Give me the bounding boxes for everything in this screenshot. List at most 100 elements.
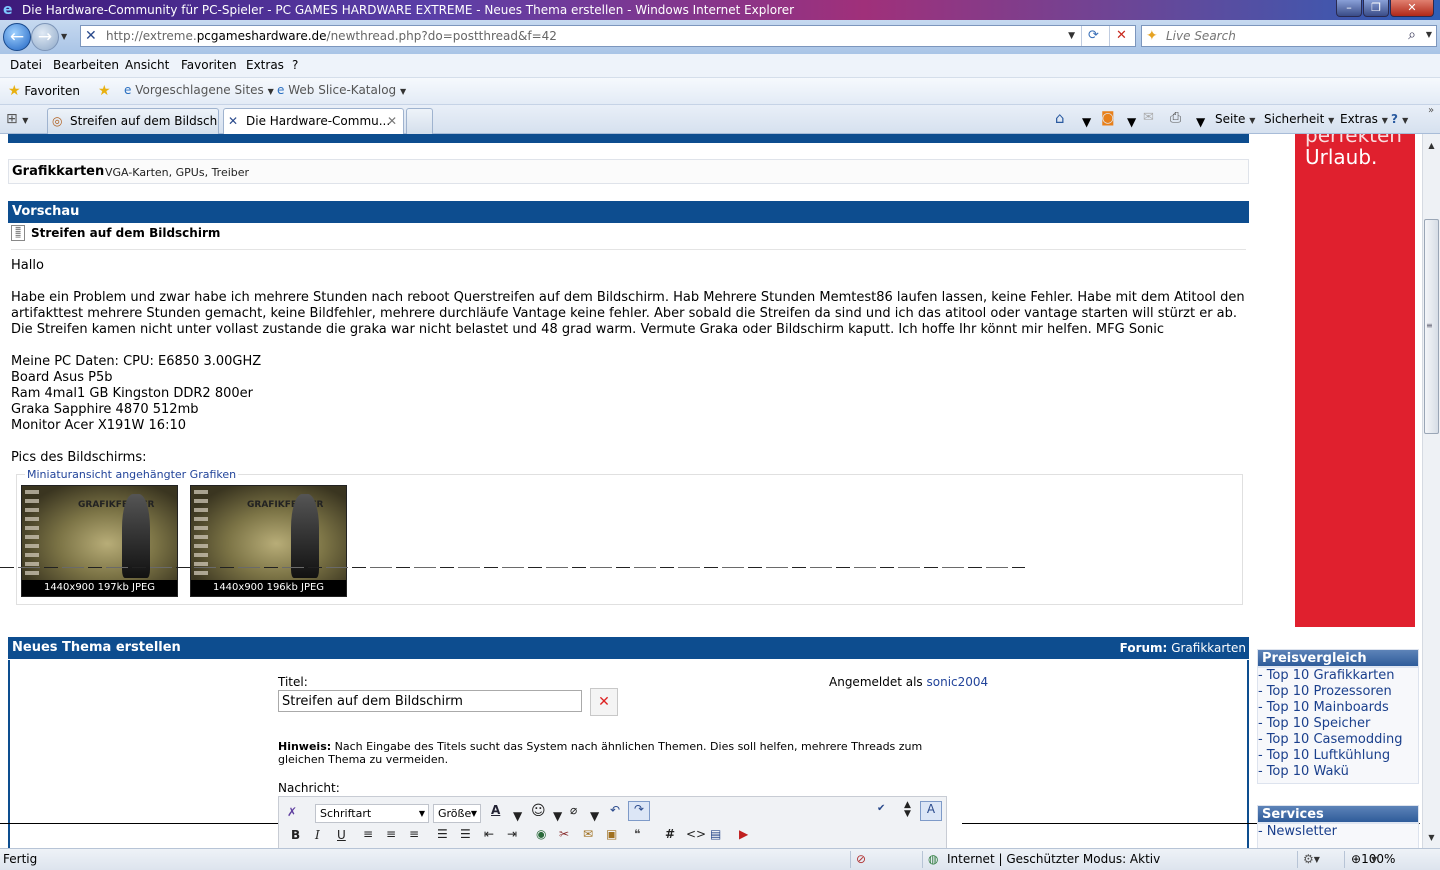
bold-icon[interactable]: B	[291, 828, 300, 842]
category-title[interactable]: Grafikkarten	[12, 164, 104, 179]
help-icon[interactable]: ? ▼	[1391, 112, 1408, 126]
manage-addons-icon[interactable]: ⚙ ▼	[1303, 849, 1320, 870]
align-right-icon[interactable]: ≡	[409, 827, 419, 841]
stop-icon[interactable]: ✕	[1109, 26, 1133, 46]
feeds-icon[interactable]: ◙	[1101, 110, 1115, 126]
favorites-button[interactable]: ★ Favoriten	[8, 83, 80, 99]
menu-favoriten[interactable]: Favoriten	[181, 58, 237, 72]
hash-icon[interactable]: #	[665, 827, 675, 841]
new-tab-button[interactable]	[406, 108, 433, 134]
vertical-scrollbar[interactable]: ▲ ≡ ▼	[1422, 134, 1440, 848]
tab-streifen[interactable]: ◎ Streifen auf dem Bildschir...	[47, 108, 219, 134]
web-slice-button[interactable]: e Web Slice-Katalog ▼	[277, 83, 406, 97]
address-dropdown-icon[interactable]: ▼	[1068, 26, 1075, 46]
spellcheck-icon[interactable]: ✔	[877, 803, 885, 814]
price-link[interactable]: - Top 10 Mainboards	[1258, 700, 1418, 716]
size-select[interactable]: Größe ▼	[433, 804, 481, 823]
back-button[interactable]: ←	[3, 23, 31, 51]
youtube-icon[interactable]: ▶	[739, 827, 748, 841]
title-input[interactable]	[278, 690, 582, 712]
search-icon[interactable]: ⌕	[1408, 27, 1416, 43]
address-url[interactable]: http://extreme.pcgameshardware.de/newthr…	[106, 26, 557, 46]
attachment-thumbnail[interactable]: GRAFIKFEHLER 1440x900 197kb JPEG	[21, 485, 178, 597]
tab-hardware-community[interactable]: ✕ Die Hardware-Commu... ✕	[223, 108, 404, 134]
attachment-thumbnail[interactable]: GRAFIKFEHLER 1440x900 196kb JPEG	[190, 485, 347, 597]
search-box[interactable]: ✦ ⌕ ▼	[1141, 25, 1437, 47]
email-link-icon[interactable]: ✉	[583, 827, 593, 841]
home-icon[interactable]: ⌂	[1055, 109, 1065, 127]
font-color-dropdown-icon[interactable]: ▼	[513, 809, 522, 823]
refresh-icon[interactable]: ⟳	[1081, 26, 1105, 46]
security-menu[interactable]: Sicherheit ▼	[1264, 112, 1334, 126]
feeds-dropdown-icon[interactable]: ▼	[1127, 115, 1136, 129]
scroll-down-icon[interactable]: ▼	[1423, 830, 1440, 846]
font-select[interactable]: Schriftart ▼	[315, 804, 429, 823]
price-link[interactable]: - Top 10 Wakü	[1258, 764, 1418, 780]
price-link[interactable]: - Top 10 Grafikkarten	[1258, 668, 1418, 684]
search-input[interactable]	[1166, 27, 1396, 45]
close-window-button[interactable]: ✕	[1390, 0, 1434, 17]
advertisement-banner[interactable]: perfekten Urlaub.	[1295, 134, 1415, 627]
font-color-icon[interactable]: A	[491, 803, 500, 817]
unordered-list-icon[interactable]: ☰	[460, 827, 471, 841]
page-menu[interactable]: Seite ▼	[1215, 112, 1255, 126]
attach-dropdown-icon[interactable]: ▼	[590, 809, 599, 823]
newsletter-link[interactable]: - Newsletter	[1258, 824, 1418, 840]
price-link[interactable]: - Top 10 Prozessoren	[1258, 684, 1418, 700]
menu-datei[interactable]: Datei	[10, 58, 42, 72]
address-bar[interactable]: ✕ http://extreme.pcgameshardware.de/newt…	[80, 25, 1136, 47]
clear-title-button[interactable]: ✕	[590, 688, 618, 716]
align-center-icon[interactable]: ≡	[386, 827, 396, 841]
add-favorite-icon[interactable]: ★	[98, 83, 111, 99]
italic-icon[interactable]: I	[315, 828, 320, 842]
popup-blocker-icon[interactable]: ⊘	[856, 849, 866, 870]
menu-bearbeiten[interactable]: Bearbeiten	[53, 58, 119, 72]
smilies-icon[interactable]: ☺	[531, 803, 546, 819]
price-link[interactable]: - Top 10 Speicher	[1258, 716, 1418, 732]
home-dropdown-icon[interactable]: ▼	[1082, 115, 1091, 129]
menu-ansicht[interactable]: Ansicht	[125, 58, 169, 72]
php-icon[interactable]: ▤	[710, 827, 721, 841]
more-commands-icon[interactable]: »	[1428, 105, 1434, 116]
minimize-button[interactable]: –	[1336, 0, 1362, 17]
search-options-icon[interactable]: ▼	[1426, 30, 1432, 39]
print-icon[interactable]: ⎙	[1170, 110, 1181, 126]
ordered-list-icon[interactable]: ☰	[437, 827, 448, 841]
toggle-wysiwyg-icon[interactable]: A	[920, 801, 942, 821]
quick-tabs-icon[interactable]: ⊞ ▼	[6, 111, 28, 127]
underline-icon[interactable]: U	[337, 828, 346, 842]
scroll-up-icon[interactable]: ▲	[1423, 138, 1440, 154]
link-icon[interactable]: ◉	[536, 827, 546, 841]
align-left-icon[interactable]: ≡	[363, 827, 373, 841]
price-link[interactable]: - Top 10 Casemodding	[1258, 732, 1418, 748]
security-zone[interactable]: Internet | Geschützter Modus: Aktiv	[947, 849, 1160, 870]
menu-extras[interactable]: Extras	[246, 58, 284, 72]
maximize-button[interactable]: ❐	[1363, 0, 1389, 17]
resize-editor-icon[interactable]: ▲ ▼	[904, 801, 911, 819]
code-icon[interactable]: <>	[686, 827, 706, 841]
redo-icon[interactable]: ↷	[628, 801, 650, 821]
mail-icon[interactable]: ✉	[1143, 110, 1154, 125]
undo-icon[interactable]: ↶	[610, 803, 620, 817]
quote-icon[interactable]: ❝	[634, 827, 640, 841]
indent-icon[interactable]: ⇥	[507, 827, 517, 841]
attach-icon[interactable]: ⌀	[570, 803, 577, 817]
new-thread-title: Neues Thema erstellen	[12, 640, 181, 655]
history-dropdown-icon[interactable]: ▼	[61, 32, 67, 41]
forward-button[interactable]: →	[31, 23, 59, 51]
smilies-dropdown-icon[interactable]: ▼	[553, 809, 562, 823]
display-artifact-line	[0, 823, 278, 824]
image-icon[interactable]: ▣	[606, 827, 617, 841]
menu-help[interactable]: ?	[292, 58, 298, 72]
remove-format-icon[interactable]: ✗	[287, 805, 297, 819]
outdent-icon[interactable]: ⇤	[484, 827, 494, 841]
suggested-sites-button[interactable]: e Vorgeschlagene Sites ▼	[124, 83, 274, 97]
username-link[interactable]: sonic2004	[927, 675, 989, 689]
unlink-icon[interactable]: ✂	[559, 827, 569, 841]
print-dropdown-icon[interactable]: ▼	[1196, 115, 1205, 129]
zoom-control[interactable]: ⊕ 100% ▼	[1351, 849, 1395, 870]
forum-name[interactable]: Grafikkarten	[1171, 641, 1246, 655]
extras-menu[interactable]: Extras ▼	[1340, 112, 1388, 126]
price-link[interactable]: - Top 10 Luftkühlung	[1258, 748, 1418, 764]
tab-close-icon[interactable]: ✕	[387, 109, 397, 133]
